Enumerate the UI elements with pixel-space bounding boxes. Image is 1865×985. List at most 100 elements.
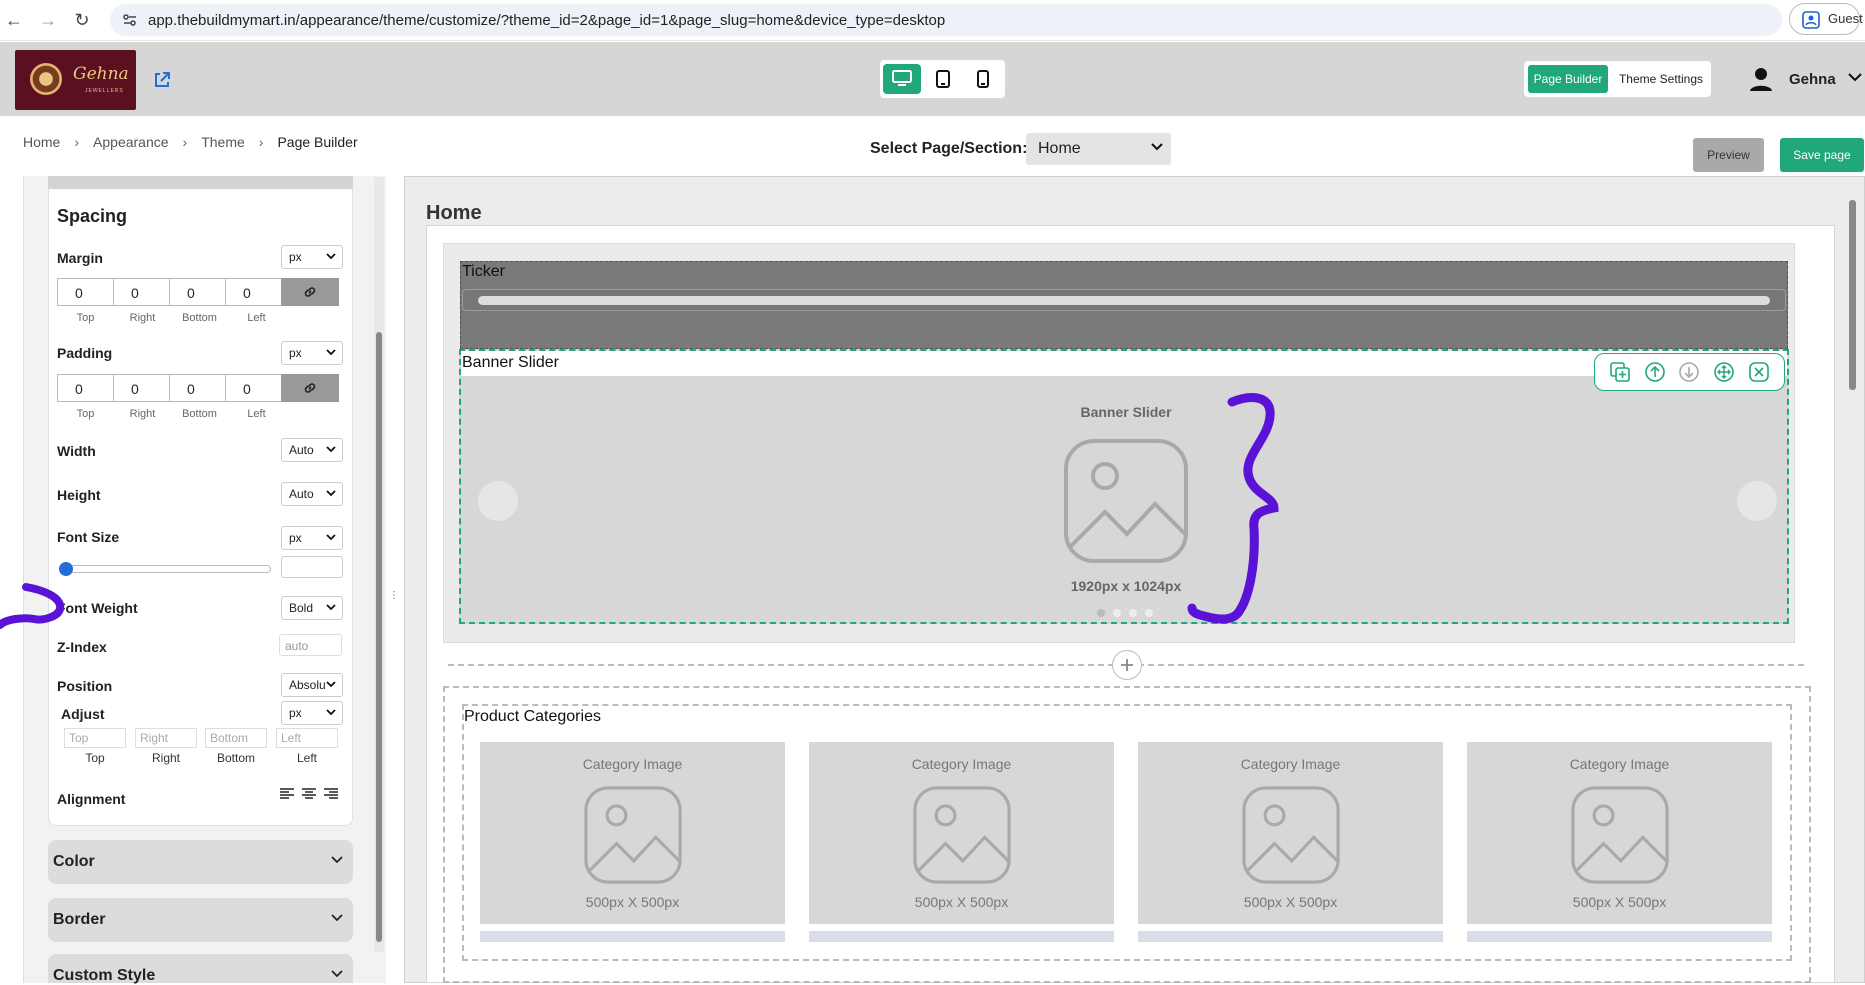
- align-center-icon[interactable]: [301, 787, 317, 801]
- side-label: Left: [247, 312, 266, 324]
- desktop-view-button[interactable]: [883, 64, 921, 94]
- page-builder-tab[interactable]: Page Builder: [1528, 65, 1608, 93]
- scrollbar-thumb[interactable]: [1849, 200, 1856, 390]
- image-placeholder-icon: [911, 784, 1013, 886]
- url-text: app.thebuildmymart.in/appearance/theme/c…: [148, 12, 946, 29]
- close-icon[interactable]: [1748, 361, 1770, 383]
- mobile-view-button[interactable]: [964, 64, 1002, 94]
- tablet-view-button[interactable]: [924, 64, 962, 94]
- category-card[interactable]: Category Image 500px X 500px: [809, 742, 1114, 924]
- canvas-scrollbar[interactable]: [1847, 198, 1859, 983]
- chevron-down-icon: [326, 709, 336, 716]
- adjust-right-input[interactable]: Right: [135, 728, 197, 748]
- profile-button[interactable]: Guest: [1789, 3, 1863, 35]
- category-card[interactable]: Category Image 500px X 500px: [1138, 742, 1443, 924]
- position-select[interactable]: Absolu: [281, 673, 343, 697]
- scrollbar-thumb[interactable]: [376, 332, 382, 942]
- theme-settings-tab[interactable]: Theme Settings: [1614, 65, 1708, 93]
- margin-inputs: 0 0 0 0: [57, 278, 339, 306]
- save-page-button[interactable]: Save page: [1780, 138, 1864, 172]
- accordion-label: Custom Style: [53, 967, 156, 984]
- move-up-icon[interactable]: [1644, 361, 1666, 383]
- side-label: Right: [129, 408, 156, 420]
- align-right-icon[interactable]: [323, 787, 339, 801]
- padding-right-input[interactable]: 0: [113, 374, 170, 402]
- padding-unit-select[interactable]: px: [281, 341, 343, 365]
- padding-unit-value: px: [289, 346, 302, 360]
- margin-left-input[interactable]: 0: [225, 278, 282, 306]
- add-section-button[interactable]: [1112, 650, 1142, 680]
- slider-dot[interactable]: [1097, 609, 1105, 617]
- margin-top-input[interactable]: 0: [57, 278, 114, 306]
- device-switcher: [880, 60, 1005, 98]
- image-placeholder-icon: [582, 784, 684, 886]
- external-link-icon[interactable]: [152, 70, 172, 90]
- mode-toggle: Page Builder Theme Settings: [1524, 61, 1711, 97]
- alignment-label: Alignment: [57, 791, 126, 807]
- slider-knob[interactable]: [59, 562, 73, 576]
- border-accordion[interactable]: Border: [48, 898, 353, 942]
- color-accordion[interactable]: Color: [48, 840, 353, 884]
- user-icon: [1748, 66, 1774, 92]
- slider-prev-button[interactable]: [478, 481, 518, 521]
- chevron-down-icon: [326, 604, 336, 611]
- back-icon[interactable]: ←: [2, 9, 26, 31]
- category-card-title: Category Image: [1240, 756, 1341, 772]
- font-weight-select[interactable]: Bold: [281, 596, 343, 620]
- forward-icon[interactable]: →: [36, 9, 60, 31]
- font-size-slider[interactable]: [59, 562, 271, 576]
- preview-button[interactable]: Preview: [1693, 138, 1764, 172]
- margin-right-input[interactable]: 0: [113, 278, 170, 306]
- custom-style-accordion[interactable]: Custom Style: [48, 954, 353, 984]
- chevron-down-icon: [326, 253, 336, 260]
- address-bar[interactable]: app.thebuildmymart.in/appearance/theme/c…: [110, 4, 1782, 36]
- breadcrumb-theme[interactable]: Theme: [201, 134, 245, 150]
- adjust-label: Adjust: [61, 706, 105, 722]
- padding-left-input[interactable]: 0: [225, 374, 282, 402]
- height-select[interactable]: Auto: [281, 482, 343, 506]
- slider-dots: [1097, 609, 1153, 617]
- link-icon[interactable]: [281, 374, 339, 402]
- link-icon[interactable]: [281, 278, 339, 306]
- slider-dot[interactable]: [1113, 609, 1121, 617]
- drag-move-icon[interactable]: [1713, 361, 1735, 383]
- slider-dot[interactable]: [1129, 609, 1137, 617]
- resize-handle-icon[interactable]: ⋮: [389, 590, 399, 604]
- site-info-icon[interactable]: [122, 12, 138, 28]
- mobile-icon: [977, 70, 989, 88]
- margin-bottom-input[interactable]: 0: [169, 278, 226, 306]
- padding-top-input[interactable]: 0: [57, 374, 114, 402]
- adjust-bottom-input[interactable]: Bottom: [205, 728, 267, 748]
- profile-label: Guest: [1828, 11, 1863, 26]
- slide-size-hint: 1920px x 1024px: [1070, 578, 1182, 594]
- move-down-icon[interactable]: [1678, 361, 1700, 383]
- slider-dot[interactable]: [1145, 609, 1153, 617]
- slide-title: Banner Slider: [1080, 404, 1172, 420]
- duplicate-icon[interactable]: [1609, 361, 1631, 383]
- brand-logo[interactable]: Gehna JEWELLERS: [15, 50, 136, 110]
- width-label: Width: [57, 443, 96, 459]
- category-card[interactable]: Category Image 500px X 500px: [1467, 742, 1772, 924]
- font-size-input[interactable]: [281, 556, 343, 578]
- slider-next-button[interactable]: [1737, 481, 1777, 521]
- margin-unit-select[interactable]: px: [281, 245, 343, 269]
- z-index-input[interactable]: auto: [279, 634, 342, 656]
- alignment-buttons: [279, 787, 339, 801]
- category-card-size: 500px X 500px: [914, 894, 1009, 910]
- adjust-top-input[interactable]: Top: [64, 728, 126, 748]
- page-select[interactable]: Home: [1026, 133, 1171, 165]
- adjust-left-input[interactable]: Left: [276, 728, 338, 748]
- align-left-icon[interactable]: [279, 787, 295, 801]
- breadcrumb-appearance[interactable]: Appearance: [93, 134, 169, 150]
- padding-inputs: 0 0 0 0: [57, 374, 339, 402]
- padding-bottom-input[interactable]: 0: [169, 374, 226, 402]
- side-label: Top: [85, 751, 105, 765]
- adjust-unit-select[interactable]: px: [281, 701, 343, 725]
- font-size-unit-select[interactable]: px: [281, 526, 343, 550]
- category-name-bar: [809, 931, 1114, 942]
- panel-scrollbar[interactable]: [374, 177, 384, 952]
- breadcrumb-home[interactable]: Home: [23, 134, 60, 150]
- width-select[interactable]: Auto: [281, 438, 343, 462]
- reload-icon[interactable]: ↻: [70, 9, 94, 31]
- category-card[interactable]: Category Image 500px X 500px: [480, 742, 785, 924]
